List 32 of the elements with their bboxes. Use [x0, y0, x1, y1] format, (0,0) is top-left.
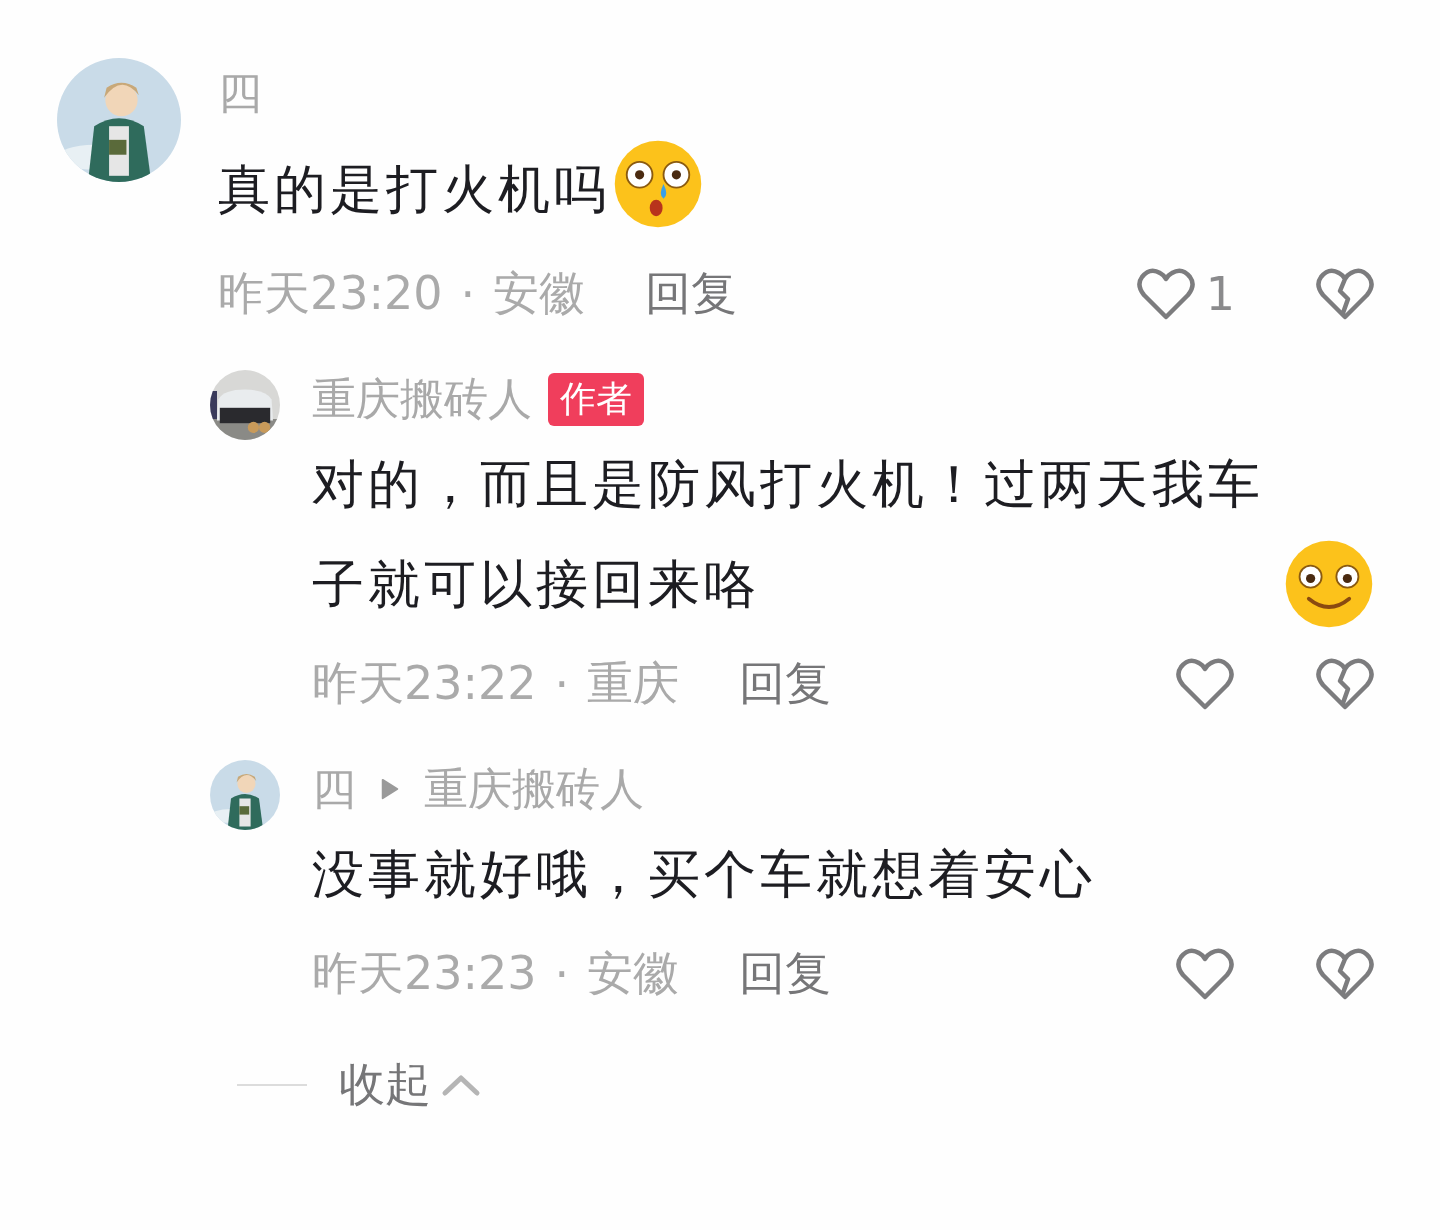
like-button[interactable]: 1 — [1135, 267, 1235, 321]
user-name[interactable]: 重庆搬砖人 — [424, 759, 644, 819]
heart-icon — [1135, 267, 1196, 321]
separator-dot: · — [460, 267, 476, 321]
play-icon — [380, 778, 400, 800]
comment-location: 重庆 — [587, 655, 680, 712]
reply-button[interactable]: 回复 — [739, 943, 832, 1005]
separator-dot: · — [554, 947, 570, 1001]
broken-heart-icon[interactable] — [1315, 657, 1375, 711]
comment-time: 昨天23:20 — [218, 265, 443, 322]
separator-dot: · — [554, 657, 570, 711]
collapse-button[interactable]: 收起 — [339, 1054, 481, 1116]
heart-icon — [1175, 947, 1235, 1001]
reply-button[interactable]: 回复 — [645, 263, 738, 325]
comment-location: 安徽 — [587, 945, 680, 1002]
reply-button[interactable]: 回复 — [739, 653, 832, 715]
broken-heart-icon[interactable] — [1315, 267, 1375, 321]
surprised-face-icon — [612, 138, 704, 230]
smiling-face-icon — [1283, 538, 1375, 630]
user-name[interactable]: 四 — [312, 759, 356, 819]
comment-text: 真的是打火机吗 — [218, 158, 610, 221]
author-badge: 作者 — [548, 372, 644, 426]
heart-icon — [1175, 657, 1235, 711]
comment-time: 昨天23:22 — [312, 655, 537, 712]
user-name[interactable]: 四 — [218, 63, 262, 123]
comment-location: 安徽 — [493, 265, 586, 322]
comment-time: 昨天23:23 — [312, 945, 537, 1002]
user-name[interactable]: 重庆搬砖人 — [312, 369, 532, 429]
comment-text: 对的，而且是防风打火机！过两天我车子就可以接回来咯 — [312, 453, 1265, 616]
chevron-up-icon — [441, 1073, 481, 1097]
comment-text: 没事就好哦，买个车就想着安心 — [312, 843, 1096, 906]
broken-heart-icon[interactable] — [1315, 947, 1375, 1001]
